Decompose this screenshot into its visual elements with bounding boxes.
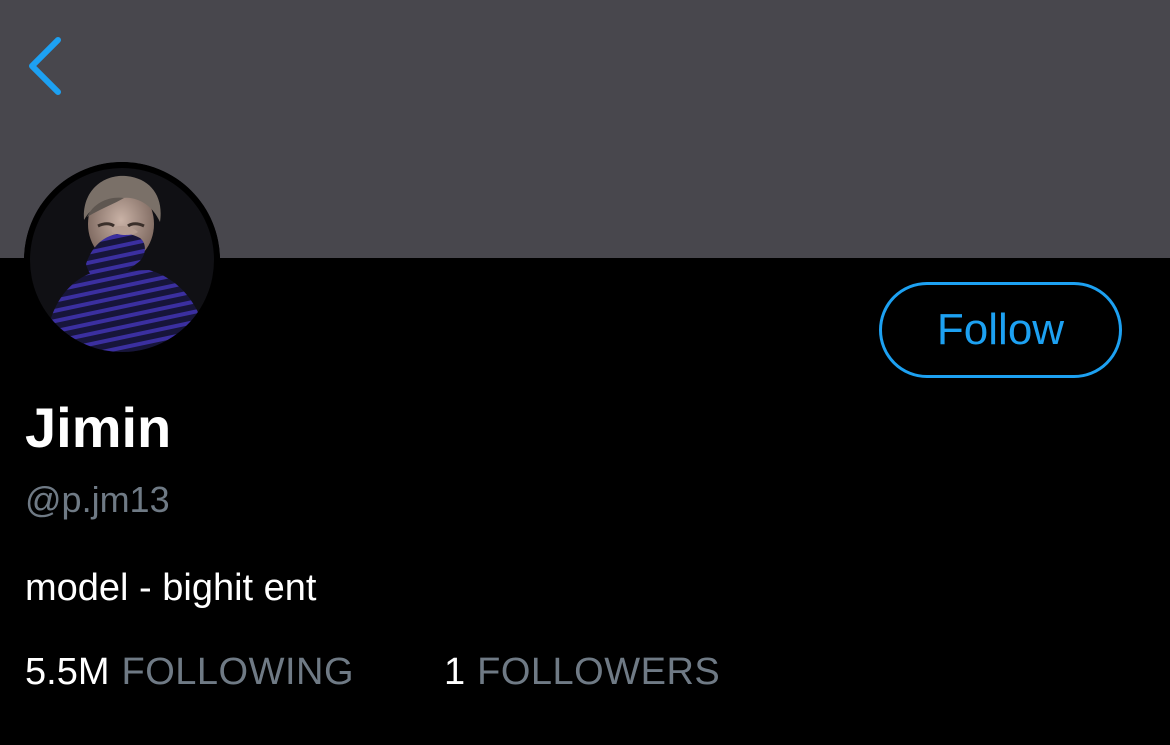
follow-button[interactable]: Follow <box>879 282 1122 378</box>
chevron-left-icon <box>29 37 61 95</box>
profile-bio: model - bighit ent <box>25 567 317 609</box>
avatar[interactable] <box>24 162 220 358</box>
following-stat[interactable]: 5.5M FOLLOWING <box>25 648 354 696</box>
profile-screen: Follow Jimin @p.jm13 model - bighit ent … <box>0 0 1170 745</box>
user-handle: @p.jm13 <box>25 479 170 520</box>
display-name: Jimin <box>25 396 172 459</box>
followers-count: 1 <box>444 651 466 693</box>
following-count: 5.5M <box>25 651 110 693</box>
followers-stat[interactable]: 1 FOLLOWERS <box>444 648 720 696</box>
back-button[interactable] <box>18 30 74 102</box>
followers-label: FOLLOWERS <box>477 651 721 693</box>
profile-photo <box>24 162 220 358</box>
following-label: FOLLOWING <box>121 651 355 693</box>
